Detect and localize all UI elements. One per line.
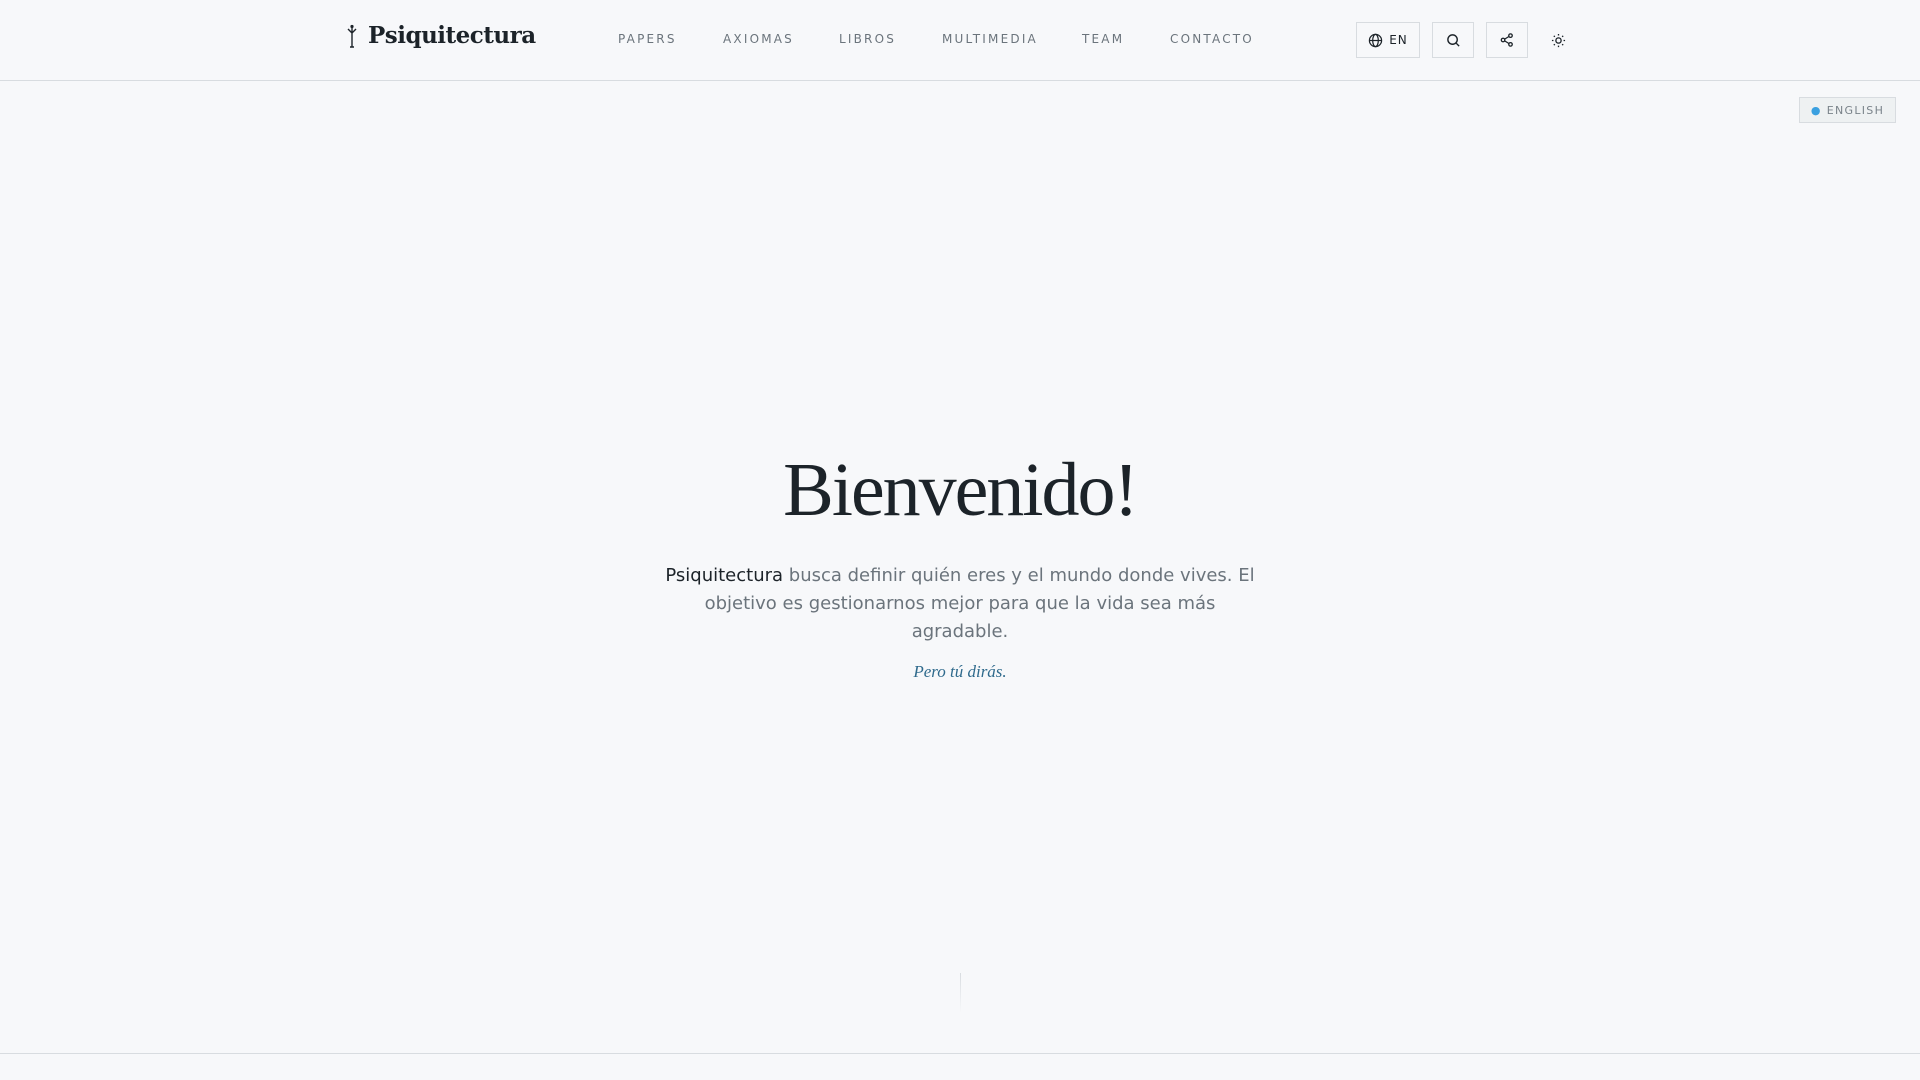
sun-icon — [1551, 33, 1565, 47]
search-button[interactable] — [1432, 22, 1474, 58]
hero-section: Bienvenido! Psiquitectura busca definir … — [0, 440, 1920, 682]
nav-axiomas[interactable]: AXIOMAS — [723, 32, 794, 46]
hero-brand: Psiquitectura — [665, 565, 784, 586]
search-icon — [1446, 33, 1460, 47]
logo-title: Psiquitectura — [368, 22, 536, 49]
share-button[interactable] — [1486, 22, 1528, 58]
share-icon — [1500, 33, 1513, 47]
nav-team[interactable]: TEAM — [1082, 32, 1124, 46]
page-title: Bienvenido! — [783, 448, 1139, 532]
footer-divider — [0, 1053, 1920, 1054]
nav-libros[interactable]: LIBROS — [839, 32, 896, 46]
language-button-label: EN — [1389, 33, 1408, 47]
site-header: Psiquitectura PAPERS AXIOMAS LIBROS MULT… — [0, 0, 1920, 81]
hero-description: Psiquitectura busca definir quién eres y… — [665, 562, 1255, 646]
theme-toggle[interactable] — [1538, 22, 1578, 58]
hero-quote: Pero tú dirás. — [913, 662, 1007, 681]
nav-papers[interactable]: PAPERS — [618, 32, 677, 46]
globe-icon — [1369, 33, 1383, 47]
scroll-indicator — [960, 973, 961, 1013]
nav-multimedia[interactable]: MULTIMEDIA — [942, 32, 1038, 46]
english-badge-label: ENGLISH — [1826, 103, 1885, 117]
english-language-badge[interactable]: ● ENGLISH — [1799, 97, 1896, 123]
language-button[interactable]: EN — [1356, 22, 1420, 58]
nav-contacto[interactable]: CONTACTO — [1170, 32, 1254, 46]
logo-link[interactable]: Psiquitectura — [346, 22, 536, 49]
hero-description-text: busca definir quién eres y el mundo dond… — [704, 565, 1255, 642]
globe-emoji-icon: ● — [1810, 103, 1822, 117]
figure-logo-icon — [347, 24, 357, 48]
